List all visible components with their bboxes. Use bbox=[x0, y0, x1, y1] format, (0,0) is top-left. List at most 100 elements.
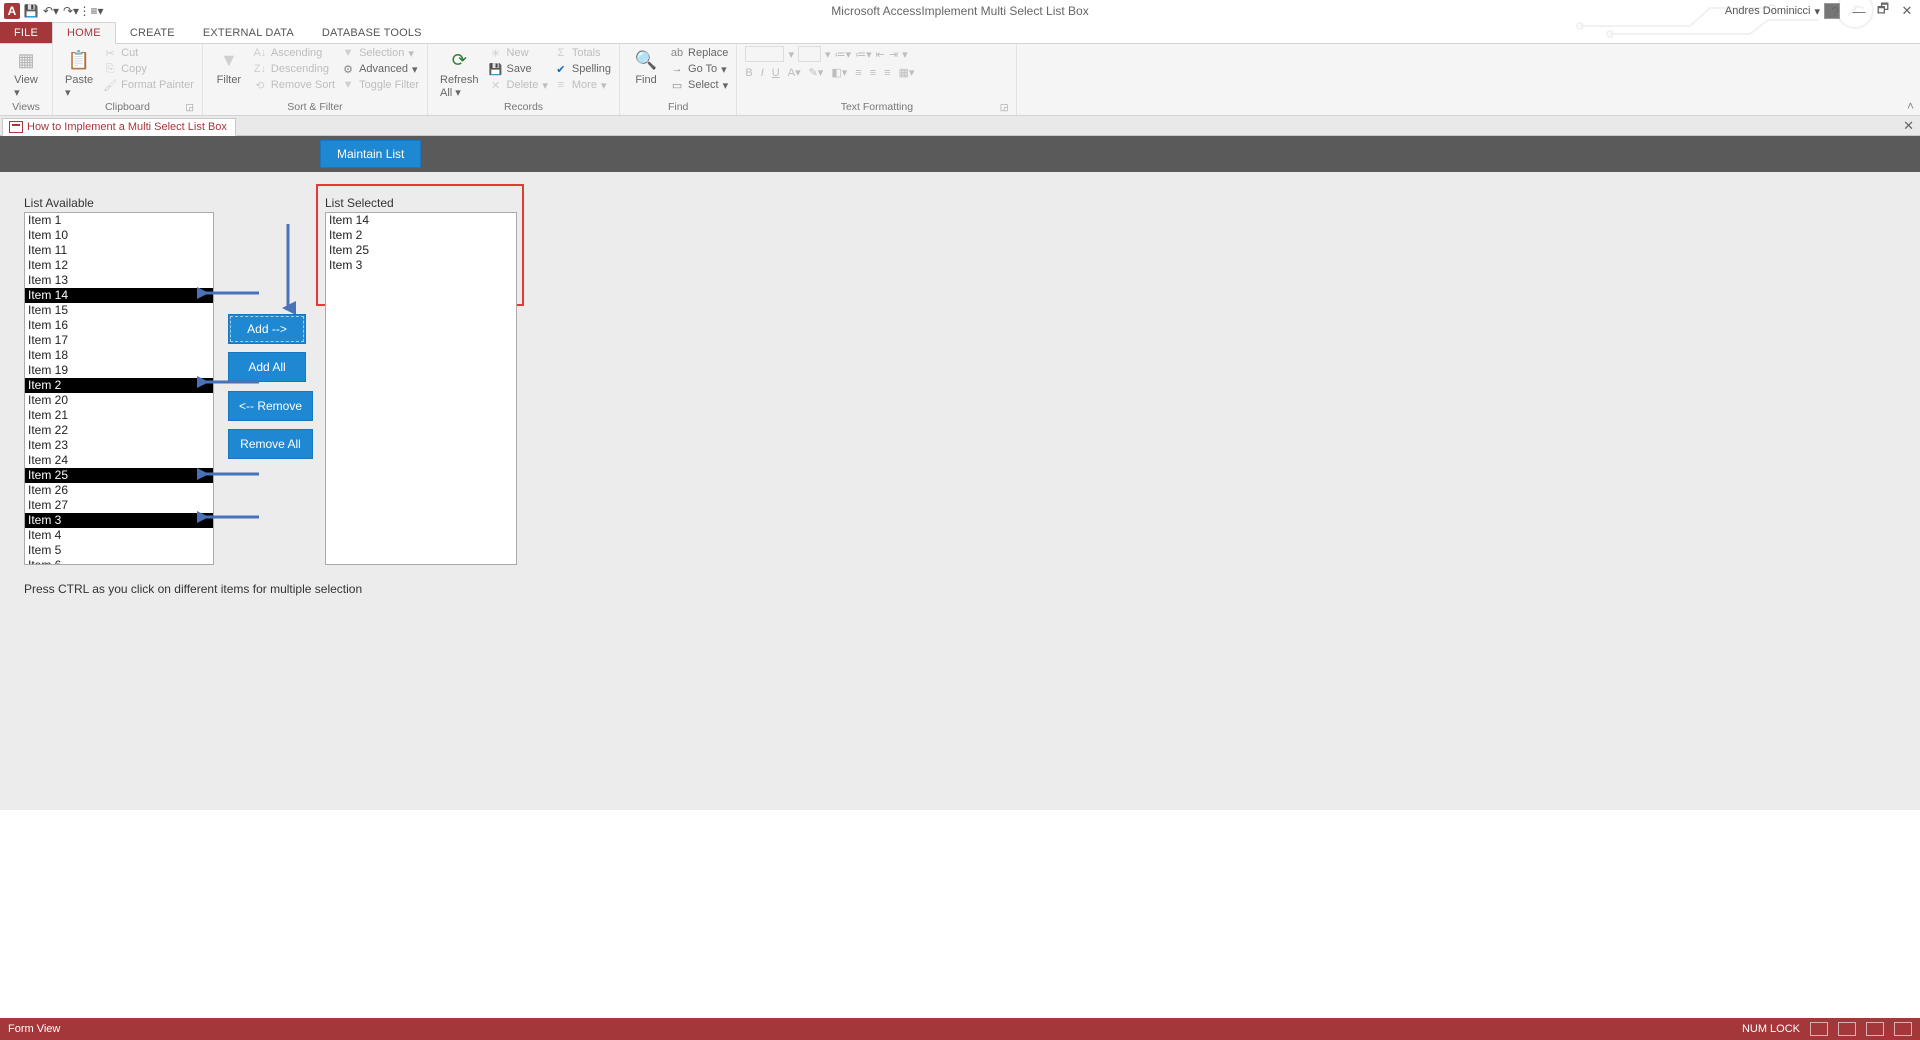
ribbon: ▦View▾ Views 📋Paste▾ ✂Cut ⎘Copy 🖌Format … bbox=[0, 44, 1920, 116]
replace-button[interactable]: abReplace bbox=[670, 46, 728, 60]
tab-home[interactable]: HOME bbox=[52, 22, 116, 44]
tab-database-tools[interactable]: DATABASE TOOLS bbox=[308, 22, 436, 43]
delete-record-button[interactable]: ✕Delete ▾ bbox=[489, 78, 548, 92]
list-item[interactable]: Item 24 bbox=[25, 453, 213, 468]
select-button[interactable]: ▭Select ▾ bbox=[670, 78, 728, 92]
list-item[interactable]: Item 18 bbox=[25, 348, 213, 363]
view-form-icon[interactable] bbox=[1810, 1022, 1828, 1036]
list-item[interactable]: Item 23 bbox=[25, 438, 213, 453]
list-item[interactable]: Item 22 bbox=[25, 423, 213, 438]
restore-icon[interactable]: 🗗 bbox=[1874, 0, 1892, 22]
list-item[interactable]: Item 15 bbox=[25, 303, 213, 318]
form-header: Maintain List bbox=[0, 136, 1920, 172]
spelling-button[interactable]: ✔Spelling bbox=[554, 62, 611, 76]
list-item[interactable]: Item 4 bbox=[25, 528, 213, 543]
list-item[interactable]: Item 12 bbox=[25, 258, 213, 273]
indent-dec-icon[interactable]: ⇤ bbox=[876, 48, 885, 61]
document-close-icon[interactable]: ✕ bbox=[1903, 118, 1914, 134]
list-item[interactable]: Item 5 bbox=[25, 543, 213, 558]
clipboard-dialog-launcher-icon[interactable]: ◲ bbox=[185, 102, 194, 113]
save-icon[interactable]: 💾 bbox=[22, 2, 40, 20]
totals-button[interactable]: ΣTotals bbox=[554, 46, 611, 60]
help-icon[interactable]: ? bbox=[1826, 4, 1844, 19]
close-icon[interactable]: ✕ bbox=[1898, 3, 1916, 19]
more-records-button[interactable]: ≡More ▾ bbox=[554, 78, 611, 92]
remove-button[interactable]: <-- Remove bbox=[228, 391, 313, 421]
list-item[interactable]: Item 10 bbox=[25, 228, 213, 243]
list-item[interactable]: Item 6 bbox=[25, 558, 213, 565]
goto-button[interactable]: →Go To ▾ bbox=[670, 62, 728, 76]
remove-sort-button[interactable]: ⟲Remove Sort bbox=[253, 78, 335, 92]
list-item[interactable]: Item 2 bbox=[25, 378, 213, 393]
sort-descending-button[interactable]: Z↓Descending bbox=[253, 62, 335, 76]
toggle-filter-button[interactable]: ▼Toggle Filter bbox=[341, 78, 419, 92]
underline-icon[interactable]: U bbox=[772, 67, 780, 79]
sort-ascending-button[interactable]: A↓Ascending bbox=[253, 46, 335, 60]
refresh-all-button[interactable]: ⟳RefreshAll ▾ bbox=[436, 46, 483, 101]
minimize-icon[interactable]: — bbox=[1850, 4, 1868, 19]
cut-button[interactable]: ✂Cut bbox=[103, 46, 194, 60]
tab-external-data[interactable]: EXTERNAL DATA bbox=[189, 22, 308, 43]
align-right-icon[interactable]: ≡ bbox=[884, 67, 890, 79]
gridlines-icon[interactable]: ▦▾ bbox=[899, 66, 915, 79]
list-item[interactable]: Item 11 bbox=[25, 243, 213, 258]
list-item[interactable]: Item 14 bbox=[25, 288, 213, 303]
new-record-button[interactable]: ✳New bbox=[489, 46, 548, 60]
list-item[interactable]: Item 3 bbox=[326, 258, 516, 273]
delete-icon: ✕ bbox=[489, 78, 503, 92]
tab-create[interactable]: CREATE bbox=[116, 22, 189, 43]
qat-customize-icon[interactable]: ⋮≡▾ bbox=[82, 2, 100, 20]
undo-icon[interactable]: ↶▾ bbox=[42, 2, 60, 20]
advanced-filter-button[interactable]: ⚙Advanced ▾ bbox=[341, 62, 419, 76]
view-layout-icon[interactable] bbox=[1866, 1022, 1884, 1036]
list-item[interactable]: Item 21 bbox=[25, 408, 213, 423]
italic-icon[interactable]: I bbox=[761, 67, 764, 79]
view-button[interactable]: ▦View▾ bbox=[8, 46, 44, 101]
selection-button[interactable]: ▼Selection ▾ bbox=[341, 46, 419, 60]
list-item[interactable]: Item 14 bbox=[326, 213, 516, 228]
redo-icon[interactable]: ↷▾ bbox=[62, 2, 80, 20]
bullets-icon[interactable]: ≔▾ bbox=[835, 48, 852, 61]
format-painter-button[interactable]: 🖌Format Painter bbox=[103, 78, 194, 92]
list-item[interactable]: Item 16 bbox=[25, 318, 213, 333]
list-item[interactable]: Item 20 bbox=[25, 393, 213, 408]
find-button[interactable]: 🔍Find bbox=[628, 46, 664, 88]
list-item[interactable]: Item 17 bbox=[25, 333, 213, 348]
highlight-icon[interactable]: ✎▾ bbox=[809, 66, 824, 79]
textfmt-dialog-launcher-icon[interactable]: ◲ bbox=[1000, 102, 1009, 113]
paste-button[interactable]: 📋Paste▾ bbox=[61, 46, 97, 101]
ribbon-group-clipboard: 📋Paste▾ ✂Cut ⎘Copy 🖌Format Painter Clipb… bbox=[53, 44, 203, 115]
indent-inc-icon[interactable]: ⇥ bbox=[889, 48, 898, 61]
align-left-icon[interactable]: ≡ bbox=[855, 67, 861, 79]
add-button[interactable]: Add --> bbox=[228, 314, 306, 344]
numbering-icon[interactable]: ≔▾ bbox=[855, 48, 872, 61]
list-item[interactable]: Item 25 bbox=[25, 468, 213, 483]
list-item[interactable]: Item 1 bbox=[25, 213, 213, 228]
font-color-icon[interactable]: A▾ bbox=[788, 66, 801, 79]
align-center-icon[interactable]: ≡ bbox=[870, 67, 876, 79]
document-tabstrip: How to Implement a Multi Select List Box… bbox=[0, 116, 1920, 136]
copy-button[interactable]: ⎘Copy bbox=[103, 62, 194, 76]
list-selected[interactable]: Item 14Item 2Item 25Item 3 bbox=[325, 212, 517, 565]
maintain-list-button[interactable]: Maintain List bbox=[320, 140, 421, 168]
document-tab[interactable]: How to Implement a Multi Select List Box bbox=[2, 118, 236, 136]
list-item[interactable]: Item 26 bbox=[25, 483, 213, 498]
remove-all-button[interactable]: Remove All bbox=[228, 429, 313, 459]
tab-file[interactable]: FILE bbox=[0, 22, 52, 43]
list-available[interactable]: Item 1Item 10Item 11Item 12Item 13Item 1… bbox=[24, 212, 214, 565]
list-item[interactable]: Item 2 bbox=[326, 228, 516, 243]
filter-button[interactable]: ▼Filter bbox=[211, 46, 247, 88]
list-item[interactable]: Item 13 bbox=[25, 273, 213, 288]
list-item[interactable]: Item 19 bbox=[25, 363, 213, 378]
view-datasheet-icon[interactable] bbox=[1838, 1022, 1856, 1036]
list-item[interactable]: Item 3 bbox=[25, 513, 213, 528]
fill-icon[interactable]: ◧▾ bbox=[831, 66, 847, 79]
user-account[interactable]: Andres Dominicci▾ bbox=[1725, 3, 1840, 19]
collapse-ribbon-icon[interactable]: ˄ bbox=[1907, 99, 1914, 113]
bold-icon[interactable]: B bbox=[745, 67, 752, 79]
view-design-icon[interactable] bbox=[1894, 1022, 1912, 1036]
list-item[interactable]: Item 25 bbox=[326, 243, 516, 258]
list-item[interactable]: Item 27 bbox=[25, 498, 213, 513]
save-record-button[interactable]: 💾Save bbox=[489, 62, 548, 76]
add-all-button[interactable]: Add All bbox=[228, 352, 306, 382]
